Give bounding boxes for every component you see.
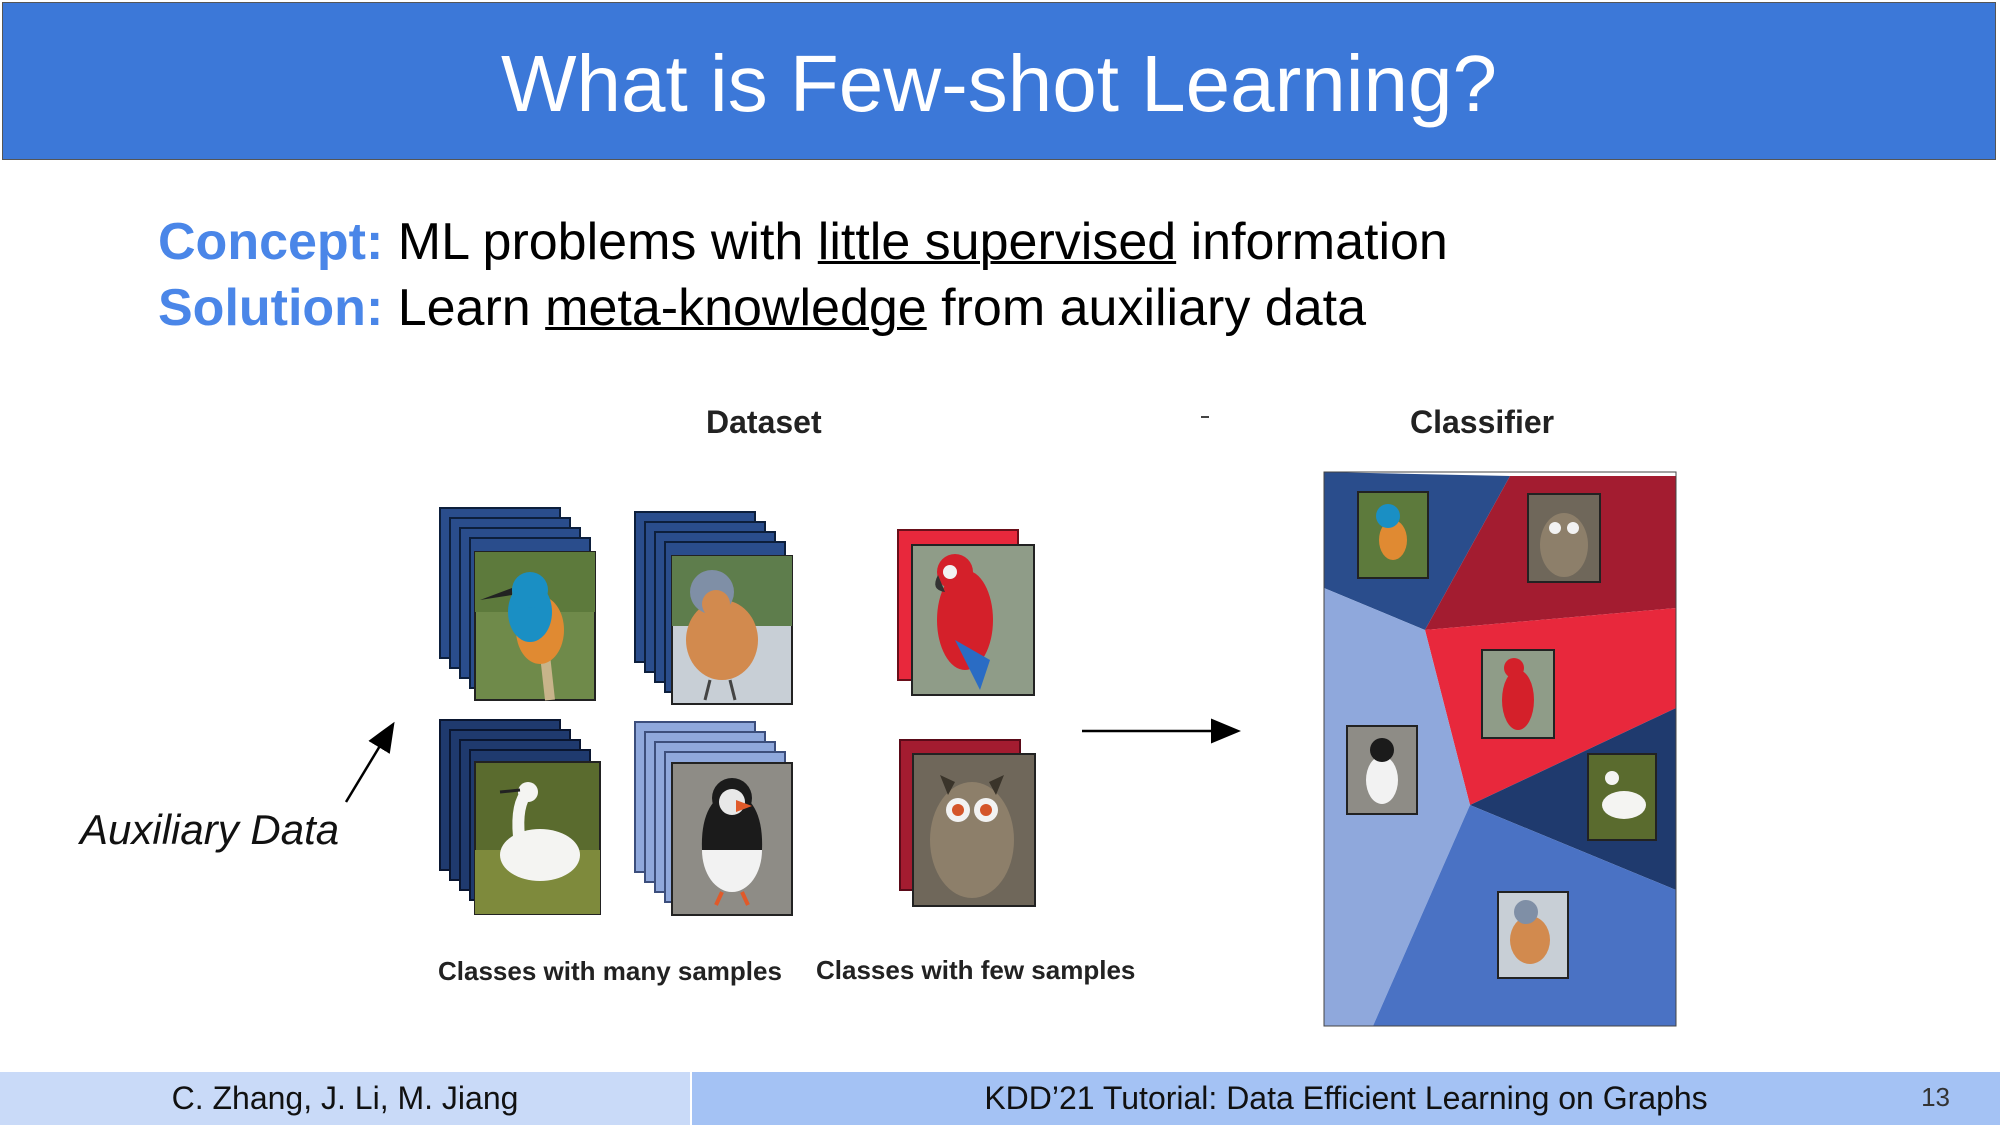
puffin-image: [671, 762, 793, 916]
owl-stack: [899, 739, 1036, 907]
egret-image: [474, 761, 601, 915]
puffin-stack: [634, 721, 793, 916]
classifier-kingfisher-thumb: [1357, 491, 1429, 579]
classifier-owl-thumb: [1527, 493, 1601, 583]
classifier-egret-thumb: [1587, 753, 1657, 841]
figure-graphic: [344, 416, 1677, 1027]
owl-image: [912, 753, 1036, 907]
chaffinch-image: [671, 555, 793, 705]
page-number: 13: [1921, 1082, 1950, 1112]
auxiliary-arrow: [344, 721, 395, 803]
egret-stack: [439, 719, 601, 915]
footer-event: KDD’21 Tutorial: Data Efficient Learning…: [984, 1080, 1708, 1116]
kingfisher-stack: [439, 507, 596, 701]
kingfisher-image: [474, 551, 596, 701]
chaffinch-stack: [634, 511, 793, 705]
footer-authors: C. Zhang, J. Li, M. Jiang: [0, 1072, 690, 1125]
macaw-stack: [897, 529, 1035, 696]
classifier-macaw-thumb: [1481, 649, 1555, 739]
macaw-image: [911, 544, 1035, 696]
classifier-puffin-thumb: [1346, 725, 1418, 815]
classifier-chaffinch-thumb: [1497, 891, 1569, 979]
classifier-panel: [1323, 471, 1677, 1027]
